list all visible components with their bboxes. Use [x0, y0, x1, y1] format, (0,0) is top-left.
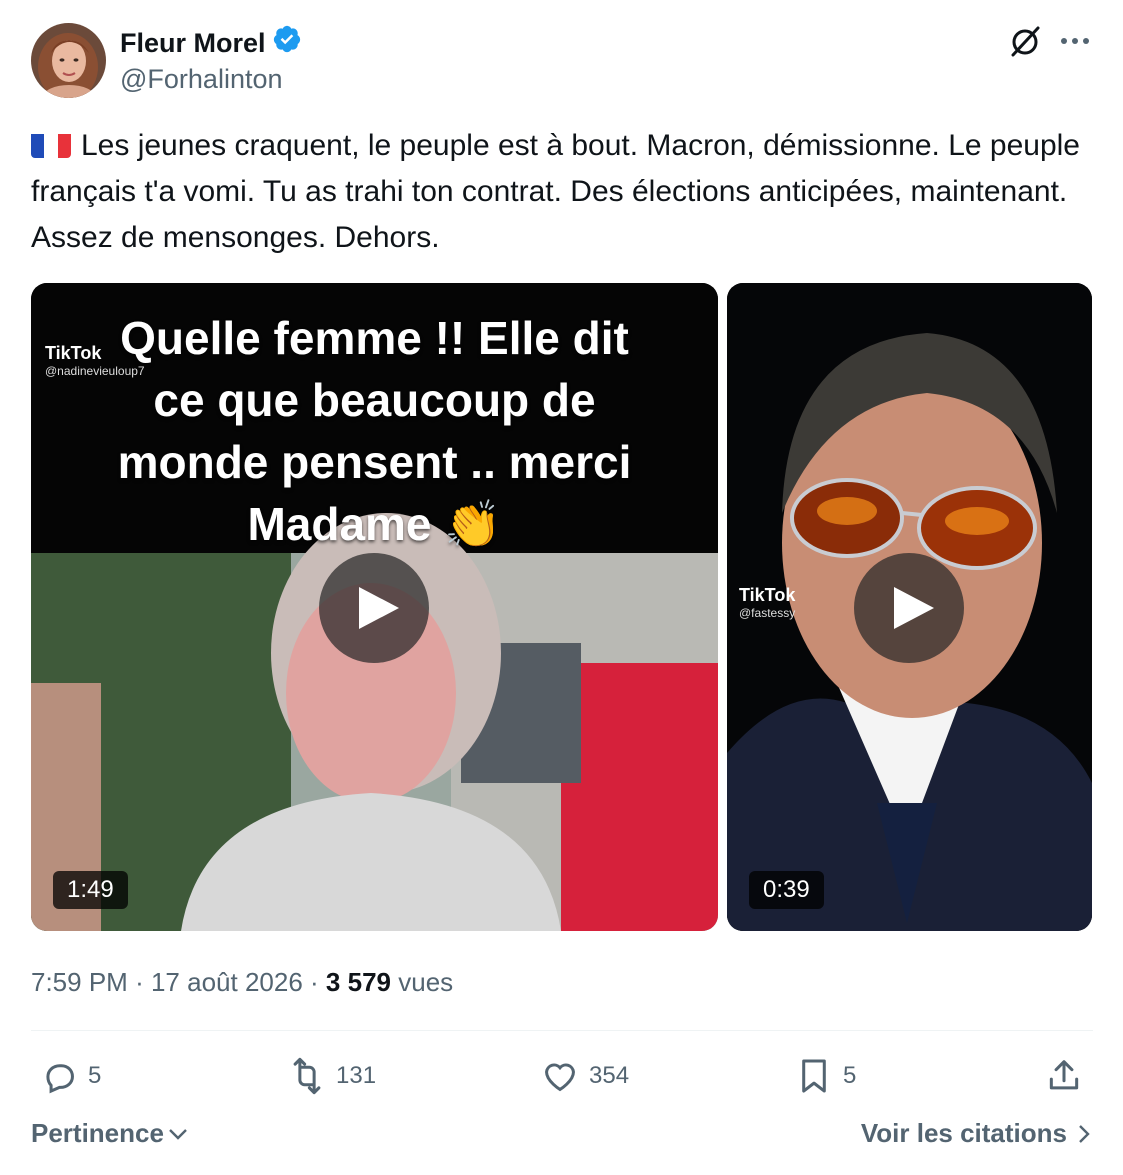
author-name[interactable]: Fleur Morel — [120, 24, 302, 62]
views-count: 3 579 — [325, 967, 391, 997]
meta-separator: · — [135, 967, 144, 997]
play-button-icon[interactable] — [854, 553, 964, 663]
caption-line: monde pensent .. merci — [117, 436, 632, 488]
tweet-time[interactable]: 7:59 PM — [31, 967, 128, 997]
reply-count: 5 — [88, 1062, 102, 1089]
reply-button[interactable]: 5 — [40, 1056, 101, 1096]
verified-badge-icon — [272, 24, 302, 62]
caption-line: Madame 👏 — [247, 498, 502, 550]
reply-icon — [46, 1064, 74, 1094]
view-quotes-link[interactable]: Voir les citations — [861, 1118, 1091, 1149]
chevron-down-icon — [169, 1128, 187, 1140]
meta-separator: · — [310, 967, 319, 997]
share-button[interactable] — [1045, 1056, 1083, 1096]
repost-icon — [293, 1057, 321, 1095]
tiktok-brand: TikTok — [45, 343, 102, 363]
bookmark-count: 5 — [843, 1062, 857, 1089]
author-handle[interactable]: @Forhalinton — [120, 62, 283, 96]
tiktok-user: @nadinevieuloup7 — [45, 364, 145, 378]
video-thumbnail-2[interactable]: TikTok @fastessy 0:39 — [727, 283, 1092, 931]
repost-button[interactable]: 131 — [288, 1056, 376, 1096]
avatar[interactable] — [31, 23, 106, 98]
video-duration: 1:49 — [53, 871, 128, 909]
bookmark-icon — [802, 1059, 826, 1093]
tiktok-watermark: TikTok @nadinevieuloup7 — [45, 343, 145, 378]
chevron-right-icon — [1079, 1124, 1090, 1143]
tiktok-watermark: TikTok @fastessy — [739, 585, 795, 620]
tweet-text: Les jeunes craquent, le peuple est à bou… — [31, 123, 1091, 261]
video-thumbnail-1[interactable]: Quelle femme !! Elle dit ce que beaucoup… — [31, 283, 718, 931]
heart-icon — [545, 1063, 575, 1092]
sort-label: Pertinence — [31, 1118, 164, 1148]
more-options-icon[interactable] — [1057, 27, 1093, 55]
bookmark-button[interactable]: 5 — [795, 1056, 856, 1096]
like-button[interactable]: 354 — [541, 1056, 629, 1096]
like-count: 354 — [589, 1062, 630, 1089]
tweet-meta: 7:59 PM · 17 août 2026 · 3 579 vues — [31, 965, 453, 999]
tweet-body: Les jeunes craquent, le peuple est à bou… — [31, 129, 1080, 254]
views-label: vues — [398, 967, 454, 997]
repost-count: 131 — [336, 1062, 377, 1089]
divider — [31, 1030, 1093, 1031]
share-icon — [1049, 1060, 1079, 1090]
france-flag-icon — [31, 130, 71, 158]
tweet-date[interactable]: 17 août 2026 — [151, 967, 303, 997]
sort-dropdown[interactable]: Pertinence — [31, 1118, 188, 1149]
quotes-label: Voir les citations — [860, 1118, 1067, 1148]
tiktok-brand: TikTok — [739, 585, 796, 605]
video-duration: 0:39 — [749, 871, 824, 909]
tiktok-user: @fastessy — [739, 606, 796, 620]
play-button-icon[interactable] — [319, 553, 429, 663]
grok-icon[interactable] — [1007, 23, 1043, 59]
author-name-text[interactable]: Fleur Morel — [120, 26, 266, 60]
caption-line: ce que beaucoup de — [153, 374, 596, 426]
